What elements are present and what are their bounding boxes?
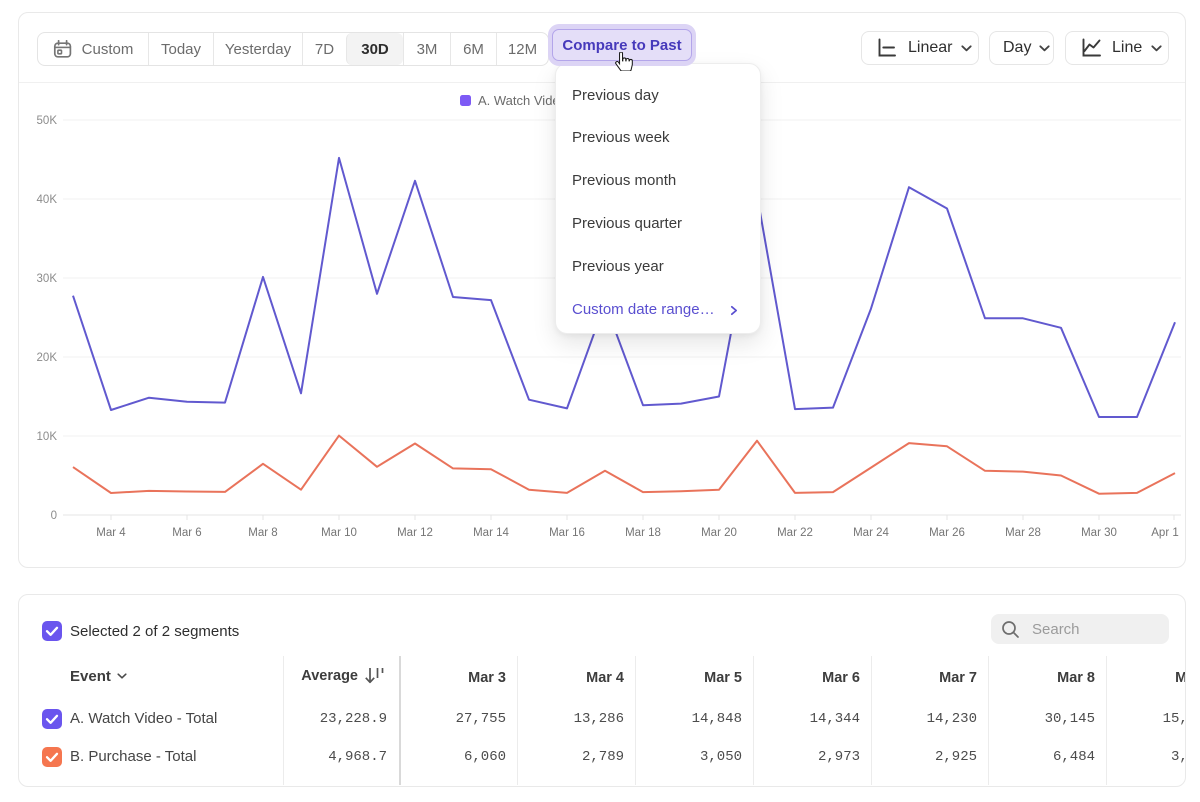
svg-text:0: 0: [51, 510, 57, 522]
svg-text:Apr 1: Apr 1: [1151, 527, 1179, 539]
svg-text:Mar 24: Mar 24: [853, 527, 889, 539]
svg-text:20K: 20K: [37, 352, 58, 364]
svg-text:Mar 6: Mar 6: [172, 527, 201, 539]
svg-text:Mar 8: Mar 8: [248, 527, 277, 539]
svg-text:Mar 26: Mar 26: [929, 527, 965, 539]
svg-text:Mar 30: Mar 30: [1081, 527, 1117, 539]
svg-text:50K: 50K: [37, 115, 58, 127]
svg-text:Mar 22: Mar 22: [777, 527, 813, 539]
svg-text:40K: 40K: [37, 194, 58, 206]
svg-text:Mar 10: Mar 10: [321, 527, 357, 539]
svg-text:Mar 18: Mar 18: [625, 527, 661, 539]
svg-text:30K: 30K: [37, 273, 58, 285]
svg-text:Mar 20: Mar 20: [701, 527, 737, 539]
svg-text:10K: 10K: [37, 431, 58, 443]
svg-text:Mar 4: Mar 4: [96, 527, 126, 539]
svg-text:Mar 16: Mar 16: [549, 527, 585, 539]
svg-text:Mar 14: Mar 14: [473, 527, 509, 539]
svg-text:Mar 28: Mar 28: [1005, 527, 1041, 539]
svg-text:Mar 12: Mar 12: [397, 527, 433, 539]
